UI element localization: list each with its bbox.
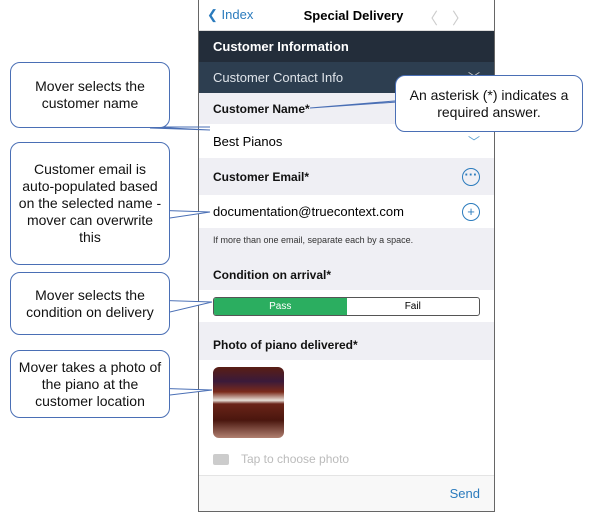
photo-area: Tap to choose photo (199, 360, 494, 475)
more-icon[interactable]: ··· (462, 167, 480, 186)
callout-name: Mover selects the customer name (10, 62, 170, 128)
fail-option[interactable]: Fail (347, 298, 480, 315)
email-hint: If more than one email, separate each by… (213, 235, 414, 245)
condition-toggle[interactable]: Pass Fail (213, 297, 480, 316)
pass-option[interactable]: Pass (214, 298, 347, 315)
page-title: Special Delivery (303, 7, 404, 23)
subsection-label: Customer Contact Info (213, 70, 344, 85)
piano-photo[interactable] (213, 367, 284, 438)
callout-asterisk: An asterisk (*) indicates a required ans… (395, 75, 583, 132)
send-button[interactable]: Send (450, 486, 480, 501)
email-value: documentation@truecontext.com (213, 204, 404, 219)
callout-condition: Mover selects the condition on delivery (10, 272, 170, 335)
back-label: Index (221, 7, 254, 22)
chevron-down-icon: ﹀ (467, 134, 480, 149)
callout-email: Customer email is auto-populated based o… (10, 142, 170, 265)
customer-name-value: Best Pianos (213, 133, 283, 149)
choose-photo[interactable]: Tap to choose photo (213, 452, 349, 466)
footer: Send (199, 475, 494, 511)
customer-email-label: Customer Email* ··· (199, 158, 494, 195)
condition-row: Pass Fail (199, 290, 494, 322)
choose-photo-label: Tap to choose photo (241, 452, 350, 466)
add-icon[interactable]: + (462, 202, 480, 221)
camera-icon (213, 454, 229, 466)
back-button[interactable]: ❮ Index (207, 7, 253, 23)
next-icon[interactable]: 〉 (452, 11, 482, 28)
nav-bar: ❮ Index Special Delivery 〈〉 (199, 0, 494, 31)
customer-email-input[interactable]: documentation@truecontext.com + (199, 195, 494, 228)
section-header: Customer Information (199, 31, 494, 62)
prev-icon[interactable]: 〈 (422, 11, 452, 28)
callout-photo: Mover takes a photo of the piano at the … (10, 350, 170, 418)
